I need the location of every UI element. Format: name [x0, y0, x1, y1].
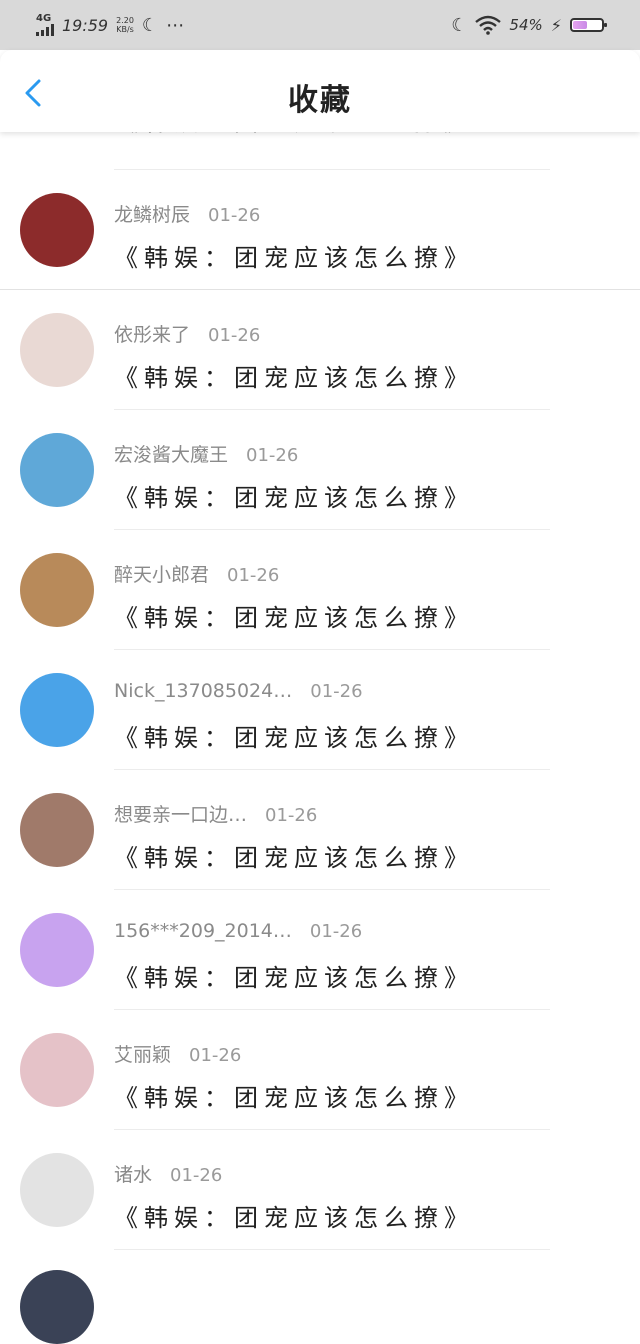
item-date: 01-26	[170, 1165, 223, 1186]
list-item[interactable]: 艾丽颖 01-26 《韩娱：团宠应该怎么撩》	[0, 1010, 640, 1130]
list-item-content: 《韩娱：团宠应该怎么撩》	[114, 724, 474, 752]
user-name[interactable]: 龙鳞树辰	[114, 204, 190, 226]
avatar[interactable]	[20, 1153, 94, 1227]
avatar[interactable]	[20, 793, 94, 867]
item-date: 01-26	[309, 921, 363, 942]
item-date: 01-26	[310, 681, 363, 702]
avatar[interactable]	[20, 913, 94, 987]
item-date: 01-26	[208, 325, 261, 346]
network-speed-value: 2.20	[116, 16, 134, 25]
user-name[interactable]: 醉天小郎君	[114, 564, 209, 586]
list-item-meta: 诸水 01-26	[114, 1160, 222, 1187]
battery-icon	[570, 18, 607, 32]
item-date: 01-26	[246, 445, 299, 466]
network-speed-unit: KB/s	[116, 25, 134, 34]
page-title: 收藏	[288, 83, 352, 118]
status-right: ☾ 54% ⚡	[451, 14, 607, 36]
list-item-meta: 艾丽颖 01-26	[114, 1040, 241, 1067]
network-type: 4G	[36, 13, 52, 24]
avatar[interactable]	[20, 673, 94, 747]
list-item[interactable]: 醉天小郎君 01-26 《韩娱：团宠应该怎么撩》	[0, 530, 640, 650]
list-item[interactable]: 龙鳞树辰 01-26 《韩娱：团宠应该怎么撩》	[0, 170, 640, 290]
list-item[interactable]: 想要亲一口边… 01-26 《韩娱：团宠应该怎么撩》	[0, 770, 640, 890]
moon-icon: ☾	[451, 14, 468, 36]
user-name[interactable]: 诸水	[114, 1164, 152, 1186]
favorites-list[interactable]: 《韩娱：团宠应该怎么撩》 龙鳞树辰01-26《韩娱：团宠应该怎么撩》依彤来了01…	[0, 110, 640, 1250]
user-name[interactable]: 想要亲一口边…	[114, 804, 247, 826]
user-name[interactable]: 艾丽颖	[114, 1044, 171, 1066]
list-item-meta: 醉天小郎君 01-26	[114, 560, 279, 587]
battery-percent: 54%	[509, 16, 543, 34]
clock: 19:59	[62, 15, 109, 35]
divider	[114, 1249, 550, 1250]
list-item[interactable]: 依彤来了 01-26 《韩娱：团宠应该怎么撩》	[0, 290, 640, 410]
user-name[interactable]: 宏浚酱大魔王	[114, 444, 228, 466]
avatar[interactable]	[20, 313, 94, 387]
list-item-meta: 宏浚酱大魔王 01-26	[114, 440, 298, 467]
list-item-content: 《韩娱：团宠应该怎么撩》	[114, 604, 474, 632]
avatar[interactable]	[20, 433, 94, 507]
list-item-meta: 想要亲一口边… 01-26	[114, 800, 317, 827]
signal-icon	[36, 24, 54, 36]
avatar[interactable]	[20, 553, 94, 627]
wifi-icon	[475, 15, 502, 35]
user-name[interactable]: 依彤来了	[114, 324, 190, 346]
list-item-content: 《韩娱：团宠应该怎么撩》	[114, 964, 474, 992]
battery-level-fill	[573, 21, 588, 29]
list-item-meta: 156***209_2014… 01-26	[114, 920, 362, 942]
network-indicator: 4G	[36, 14, 54, 36]
avatar	[20, 1270, 94, 1344]
network-speed: 2.20 KB/s	[116, 16, 134, 34]
charging-icon: ⚡	[550, 15, 562, 35]
list-item[interactable]: 诸水 01-26 《韩娱：团宠应该怎么撩》	[0, 1130, 640, 1250]
list-item-content: 《韩娱：团宠应该怎么撩》	[114, 1084, 474, 1112]
list-item[interactable]: Nick_137085024… 01-26 《韩娱：团宠应该怎么撩》	[0, 650, 640, 770]
item-date: 01-26	[227, 565, 280, 586]
status-left: 4G 19:59 2.20 KB/s ☾ ⋯	[36, 14, 185, 36]
item-date: 01-26	[265, 805, 318, 826]
avatar[interactable]	[20, 1033, 94, 1107]
list-item-content: 《韩娱：团宠应该怎么撩》	[114, 1204, 474, 1232]
page-header: 收藏	[0, 50, 640, 132]
item-date: 01-26	[189, 1045, 242, 1066]
list-item[interactable]: 宏浚酱大魔王 01-26 《韩娱：团宠应该怎么撩》	[0, 410, 640, 530]
list-item-content: 《韩娱：团宠应该怎么撩》	[114, 364, 474, 392]
list-item-meta: 依彤来了 01-26	[114, 320, 260, 347]
list-item-meta: 龙鳞树辰 01-26	[114, 200, 260, 227]
list-items: 龙鳞树辰 01-26 《韩娱：团宠应该怎么撩》 依彤来了 01-26 《韩娱：团宠应该怎么…	[0, 170, 640, 1250]
list-item-content: 《韩娱：团宠应该怎么撩》	[114, 484, 474, 512]
list-item-content: 《韩娱：团宠应该怎么撩》	[114, 844, 474, 872]
list-item-meta: Nick_137085024… 01-26	[114, 680, 363, 702]
user-name[interactable]: Nick_137085024…	[114, 680, 292, 702]
list-item[interactable]: 156***209_2014… 01-26 《韩娱：团宠应该怎么撩》	[0, 890, 640, 1010]
avatar[interactable]	[20, 193, 94, 267]
moon-icon: ☾	[141, 14, 159, 36]
user-name[interactable]: 156***209_2014…	[114, 920, 292, 942]
status-bar: 4G 19:59 2.20 KB/s ☾ ⋯ ☾ 54% ⚡	[0, 0, 640, 50]
list-item-content: 《韩娱：团宠应该怎么撩》	[114, 244, 474, 272]
item-date: 01-26	[208, 205, 261, 226]
more-dots-icon: ⋯	[166, 14, 186, 36]
